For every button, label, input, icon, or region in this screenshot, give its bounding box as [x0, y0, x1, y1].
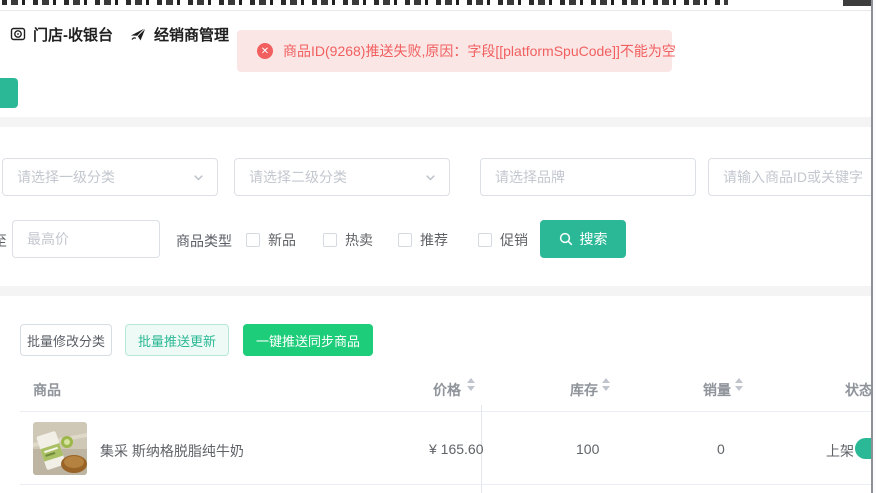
- category2-select[interactable]: [234, 158, 450, 196]
- product-status-label: 上架: [826, 441, 854, 461]
- search-button-label: 搜索: [580, 229, 608, 249]
- table-row-border: [20, 484, 876, 485]
- batch-edit-category-button[interactable]: 批量修改分类: [20, 324, 112, 356]
- price-sort-control[interactable]: [467, 378, 475, 391]
- chevron-down-icon: [192, 171, 205, 184]
- brand-select[interactable]: [480, 158, 696, 196]
- category1-select-input: [15, 168, 192, 186]
- keyword-input-field: [721, 168, 876, 186]
- tab-store-cashier[interactable]: 门店-收银台: [10, 23, 113, 45]
- clipped-browser-strip: [0, 0, 876, 6]
- tab-label: 门店-收银台: [33, 24, 113, 45]
- section-divider-strip: [0, 286, 876, 296]
- sort-asc-icon: [735, 378, 743, 383]
- product-management-page: 门店-收银台 经销商管理 ✕ 商品ID(9268)推送失败,原因：字段[[pla…: [0, 0, 876, 493]
- max-price-input[interactable]: [12, 220, 160, 258]
- checkbox-box: [323, 233, 337, 247]
- checkbox-label: 新品: [268, 230, 296, 250]
- product-name: 集采 斯纳格脱脂纯牛奶: [100, 441, 244, 461]
- error-circle-icon: ✕: [257, 43, 273, 59]
- column-header-status: 状态: [845, 380, 873, 400]
- tab-label: 经销商管理: [154, 24, 229, 45]
- table-header-border: [20, 411, 876, 412]
- checkbox-box: [398, 233, 412, 247]
- category1-select[interactable]: [2, 158, 218, 196]
- column-header-stock[interactable]: 库存: [570, 380, 598, 400]
- checkbox-new[interactable]: 新品: [246, 230, 296, 250]
- keyword-input[interactable]: [708, 158, 876, 196]
- batch-push-update-button[interactable]: 批量推送更新: [125, 324, 229, 356]
- chevron-down-icon: [424, 171, 437, 184]
- tab-dealer-management[interactable]: 经销商管理: [130, 23, 229, 45]
- product-price: ¥ 165.60: [429, 441, 484, 457]
- column-header-sales[interactable]: 销量: [703, 380, 731, 400]
- category2-select-input: [247, 168, 424, 186]
- search-icon: [559, 232, 573, 246]
- sort-asc-icon: [467, 378, 475, 383]
- sort-desc-icon: [735, 386, 743, 391]
- product-thumbnail: [33, 422, 87, 475]
- checkbox-label: 促销: [500, 230, 528, 250]
- column-header-product: 商品: [33, 380, 61, 400]
- column-header-price[interactable]: 价格: [433, 380, 461, 400]
- top-divider: [0, 10, 876, 11]
- sales-sort-control[interactable]: [735, 378, 743, 391]
- checkbox-label: 热卖: [345, 230, 373, 250]
- sort-desc-icon: [602, 386, 610, 391]
- checkbox-hot[interactable]: 热卖: [323, 230, 373, 250]
- product-sales: 0: [717, 441, 725, 457]
- error-toast-message: 商品ID(9268)推送失败,原因：字段[[platformSpuCode]]不…: [283, 41, 676, 61]
- sort-asc-icon: [602, 378, 610, 383]
- product-stock: 100: [576, 441, 599, 457]
- error-toast: ✕ 商品ID(9268)推送失败,原因：字段[[platformSpuCode]…: [237, 30, 672, 72]
- rocket-icon: [130, 26, 147, 42]
- brand-select-input: [493, 168, 683, 186]
- checkbox-label: 推荐: [420, 230, 448, 250]
- product-type-label: 商品类型: [176, 231, 232, 251]
- section-divider-strip: [0, 117, 876, 127]
- cashier-icon: [10, 26, 26, 42]
- checkbox-box: [478, 233, 492, 247]
- clipped-green-button[interactable]: [0, 78, 18, 108]
- stock-sort-control[interactable]: [602, 378, 610, 391]
- one-click-sync-button[interactable]: 一键推送同步商品: [243, 324, 373, 356]
- checkbox-promo[interactable]: 促销: [478, 230, 528, 250]
- price-range-to-label: 至: [0, 231, 7, 251]
- checkbox-recommend[interactable]: 推荐: [398, 230, 448, 250]
- checkbox-box: [246, 233, 260, 247]
- clipped-text-fragments: [2, 0, 728, 5]
- sort-desc-icon: [467, 386, 475, 391]
- search-button[interactable]: 搜索: [540, 220, 626, 258]
- max-price-input-field: [25, 230, 147, 248]
